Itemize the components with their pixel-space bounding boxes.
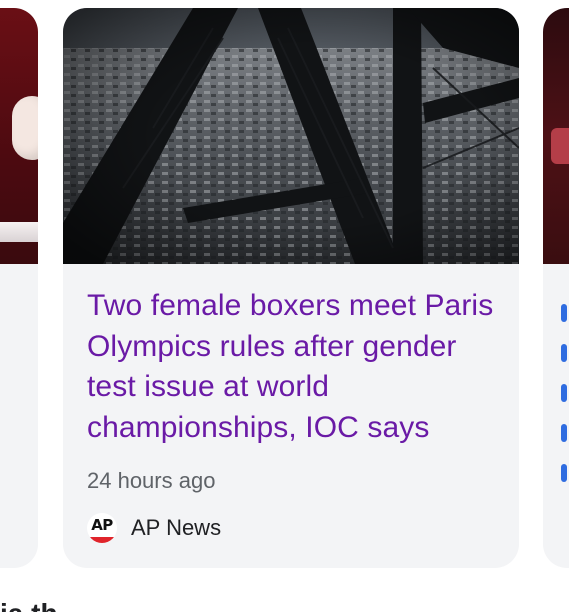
headline-glyph-fragment — [561, 384, 567, 402]
news-card-next[interactable] — [543, 8, 569, 568]
news-card-source-name: AP News — [131, 515, 222, 540]
thumbnail-detail — [0, 222, 38, 242]
news-carousel: Two female boxers meet Paris Olympics ru… — [0, 0, 569, 612]
news-card-headline[interactable]: Two female boxers meet Paris Olympics ru… — [87, 286, 507, 448]
ap-logo-red-bar — [87, 537, 117, 543]
news-card[interactable]: Two female boxers meet Paris Olympics ru… — [63, 8, 519, 568]
ap-news-logo-icon: AP — [87, 513, 117, 543]
news-card-thumbnail — [0, 8, 38, 264]
headline-glyph-fragment — [561, 344, 567, 362]
news-card-source[interactable]: AP AP News — [87, 513, 221, 543]
headline-glyph-fragment — [561, 424, 567, 442]
headline-glyph-fragment — [561, 464, 567, 482]
news-card-thumbnail — [63, 8, 519, 264]
eiffel-tower-paris-image — [63, 8, 519, 264]
news-card-previous[interactable] — [0, 8, 38, 568]
headline-glyph-fragment — [561, 304, 567, 322]
thumbnail-detail — [12, 96, 38, 160]
thumbnail-detail — [551, 128, 569, 164]
ap-logo-text: AP — [91, 516, 113, 534]
next-section-title: ia th — [0, 598, 58, 612]
news-card-thumbnail — [543, 8, 569, 264]
news-card-headline-partial — [561, 304, 567, 504]
news-card-timestamp: 24 hours ago — [87, 468, 216, 493]
